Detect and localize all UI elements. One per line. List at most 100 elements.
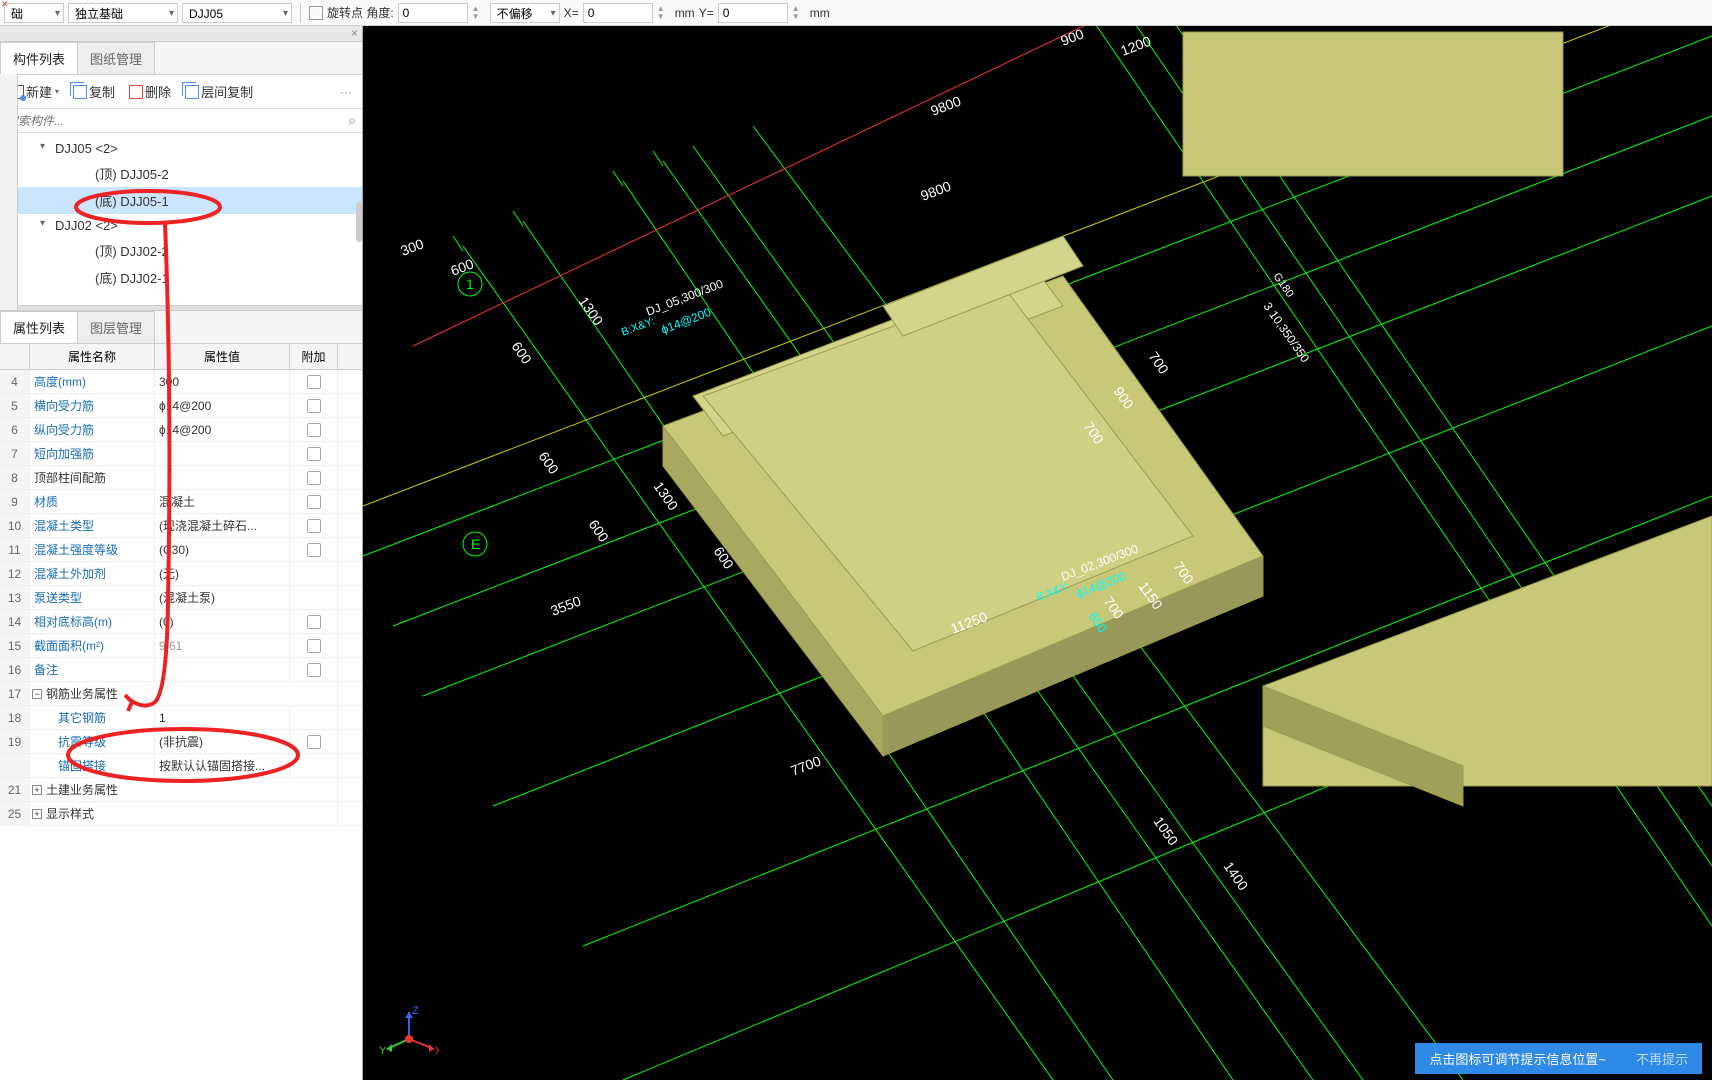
- svg-text:B:X&Y:: B:X&Y:: [620, 315, 657, 339]
- prop-check[interactable]: [307, 639, 321, 653]
- tree-node-djj02[interactable]: DJJ02 <2>: [0, 214, 362, 237]
- svg-text:1200: 1200: [1118, 33, 1153, 59]
- tree-scrollbar[interactable]: [356, 202, 362, 242]
- panel-close-bar[interactable]: ×: [0, 26, 362, 42]
- axis-gizmo[interactable]: X Y Z: [379, 1004, 439, 1064]
- property-row[interactable]: 11混凝土强度等级(C30): [0, 538, 362, 562]
- delete-icon: [129, 85, 143, 99]
- y-unit: mm: [810, 6, 830, 20]
- component-tree: DJJ05 <2> (顶) DJJ05-2 (底) DJJ05-1 DJJ02 …: [0, 133, 362, 305]
- group-display-style[interactable]: 25 +显示样式: [0, 802, 362, 826]
- y-label: Y=: [699, 6, 714, 20]
- svg-text:300: 300: [398, 235, 426, 258]
- combo-component[interactable]: DJJ05: [182, 3, 292, 23]
- svg-text:X: X: [435, 1045, 439, 1057]
- x-label: X=: [564, 6, 579, 20]
- prop-check[interactable]: [307, 543, 321, 557]
- header-value: 属性值: [155, 344, 290, 369]
- prop-check[interactable]: [307, 519, 321, 533]
- toolbar-more[interactable]: ···: [334, 85, 358, 99]
- prop-other-rebar[interactable]: 18 其它钢筋 1: [0, 706, 362, 730]
- tab-component-list[interactable]: 构件列表: [0, 42, 78, 74]
- tip-dismiss[interactable]: 不再提示: [1636, 1049, 1688, 1068]
- tree-node-djj05[interactable]: DJJ05 <2>: [0, 137, 362, 160]
- property-grid: 属性名称 属性值 附加 4高度(mm)3005横向受力筋ϕ14@2006纵向受力…: [0, 344, 362, 1080]
- tree-node-djj02-2[interactable]: (顶) DJJ02-2: [0, 237, 362, 264]
- property-row[interactable]: 5横向受力筋ϕ14@200: [0, 394, 362, 418]
- group-rebar-props[interactable]: 17 −钢筋业务属性: [0, 682, 362, 706]
- y-spinner[interactable]: ▲▼: [792, 5, 806, 21]
- x-unit: mm: [675, 6, 695, 20]
- svg-text:7700: 7700: [788, 753, 823, 779]
- tree-node-djj05-2[interactable]: (顶) DJJ05-2: [0, 160, 362, 187]
- svg-text:900: 900: [1058, 26, 1086, 49]
- copy-button[interactable]: 复制: [67, 79, 121, 104]
- property-row[interactable]: 8顶部柱间配筋: [0, 466, 362, 490]
- tab-layer-mgmt[interactable]: 图层管理: [77, 311, 155, 343]
- group-civil-props[interactable]: 21 +土建业务属性: [0, 778, 362, 802]
- property-row[interactable]: 15截面面积(m²)9.61: [0, 634, 362, 658]
- prop-check[interactable]: [307, 375, 321, 389]
- tree-node-djj05-1[interactable]: (底) DJJ05-1: [0, 187, 362, 214]
- svg-text:Z: Z: [412, 1005, 419, 1017]
- viewport-canvas: 900 1200 9800 9800 300 600 600 1300 600 …: [363, 26, 1712, 1080]
- prop-anchor-lap[interactable]: 锚固搭接 按默认认锚固搭接...: [0, 754, 362, 778]
- layer-copy-button[interactable]: 层间复制: [179, 79, 259, 104]
- svg-text:Y: Y: [379, 1045, 387, 1057]
- property-row[interactable]: 10混凝土类型(现浇混凝土碎石...: [0, 514, 362, 538]
- search-icon[interactable]: ⌕: [348, 112, 356, 129]
- combo-category[interactable]: 础: [4, 3, 64, 23]
- rotation-label: 旋转点 角度:: [327, 4, 394, 21]
- prop-check[interactable]: [307, 735, 321, 749]
- prop-check[interactable]: [307, 447, 321, 461]
- property-row[interactable]: 13泵送类型(混凝土泵): [0, 586, 362, 610]
- header-name: 属性名称: [30, 344, 155, 369]
- footer-tip[interactable]: 点击图标可调节提示信息位置~ 不再提示: [1415, 1043, 1702, 1074]
- expand-icon[interactable]: +: [32, 785, 42, 795]
- top-toolbar: 础 独立基础 DJJ05 旋转点 角度: ▲▼ 不偏移 X= ▲▼ mm Y= …: [0, 0, 1712, 26]
- tip-text: 点击图标可调节提示信息位置~: [1429, 1049, 1606, 1068]
- viewport-3d[interactable]: 900 1200 9800 9800 300 600 600 1300 600 …: [363, 26, 1712, 1080]
- property-row[interactable]: 16备注: [0, 658, 362, 682]
- search-row: ⌕: [0, 109, 362, 133]
- header-extra: 附加: [290, 344, 338, 369]
- tab-property-list[interactable]: 属性列表: [0, 311, 78, 343]
- rotation-checkbox[interactable]: [309, 6, 323, 20]
- svg-text:DJ_05,300/300: DJ_05,300/300: [644, 276, 725, 318]
- svg-text:9800: 9800: [928, 93, 963, 119]
- svg-text:600: 600: [536, 449, 563, 477]
- property-panel: 属性列表 图层管理 属性名称 属性值 附加 4高度(mm)3005横向受力筋ϕ1…: [0, 311, 362, 1080]
- svg-text:700: 700: [1146, 349, 1173, 377]
- svg-text:1050: 1050: [1151, 814, 1182, 849]
- property-row[interactable]: 12混凝土外加剂(无): [0, 562, 362, 586]
- prop-check[interactable]: [307, 663, 321, 677]
- y-input[interactable]: [718, 3, 788, 23]
- property-row[interactable]: 14相对底标高(m)(0): [0, 610, 362, 634]
- search-input[interactable]: [6, 114, 348, 128]
- rotation-input[interactable]: [398, 3, 468, 23]
- property-row[interactable]: 7短向加强筋: [0, 442, 362, 466]
- prop-check[interactable]: [307, 615, 321, 629]
- svg-text:1300: 1300: [576, 294, 607, 329]
- property-row[interactable]: 9材质混凝土: [0, 490, 362, 514]
- property-tabs: 属性列表 图层管理: [0, 311, 362, 344]
- property-row[interactable]: 4高度(mm)300: [0, 370, 362, 394]
- prop-seismic-grade[interactable]: 19 抗震等级 (非抗震): [0, 730, 362, 754]
- collapse-icon[interactable]: −: [32, 689, 42, 699]
- expand-icon[interactable]: +: [32, 809, 42, 819]
- combo-offset[interactable]: 不偏移: [490, 3, 560, 23]
- x-input[interactable]: [583, 3, 653, 23]
- prop-check[interactable]: [307, 423, 321, 437]
- tree-node-djj02-1[interactable]: (底) DJJ02-1: [0, 264, 362, 291]
- tab-drawing-mgmt[interactable]: 图纸管理: [77, 42, 155, 74]
- prop-check[interactable]: [307, 495, 321, 509]
- combo-type[interactable]: 独立基础: [68, 3, 178, 23]
- svg-text:3550: 3550: [548, 593, 583, 619]
- x-spinner[interactable]: ▲▼: [657, 5, 671, 21]
- prop-check[interactable]: [307, 471, 321, 485]
- property-row[interactable]: 6纵向受力筋ϕ14@200: [0, 418, 362, 442]
- delete-button[interactable]: 删除: [123, 79, 177, 104]
- rotation-spinner[interactable]: ▲▼: [472, 5, 486, 21]
- component-toolbar: 新建▾ 复制 删除 层间复制 ···: [0, 75, 362, 109]
- prop-check[interactable]: [307, 399, 321, 413]
